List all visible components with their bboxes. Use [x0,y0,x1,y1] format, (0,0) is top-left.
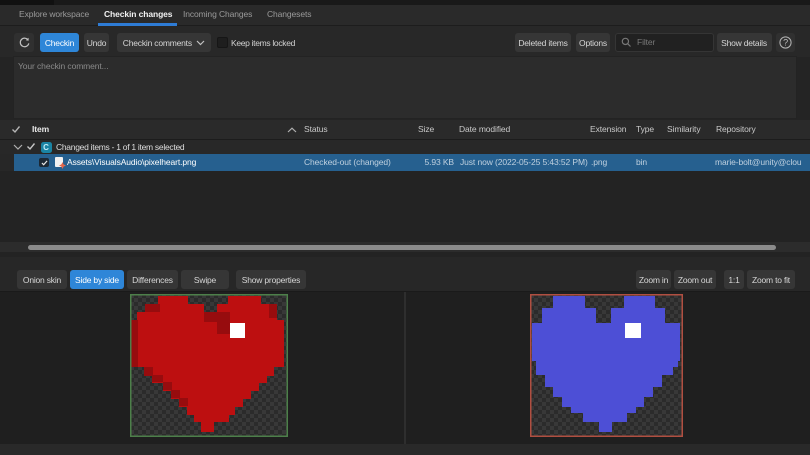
svg-text:?: ? [783,38,788,48]
